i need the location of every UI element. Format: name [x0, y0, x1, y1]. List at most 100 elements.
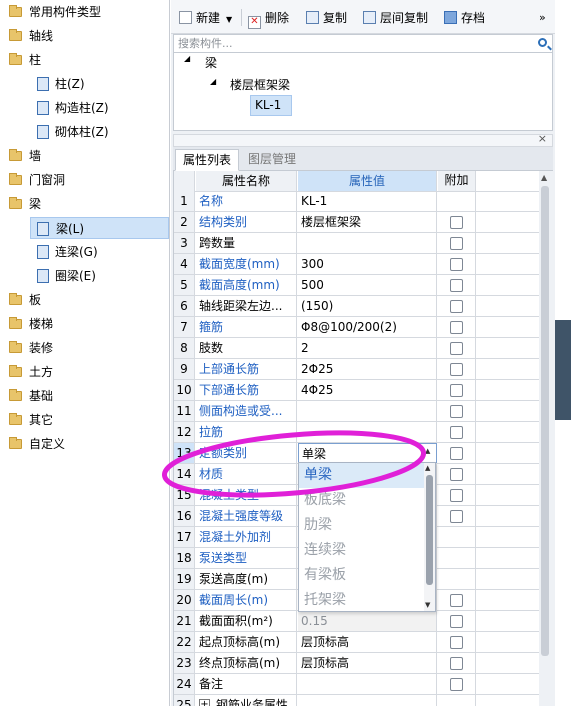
- property-value[interactable]: [298, 401, 437, 421]
- attach-checkbox[interactable]: [450, 321, 463, 334]
- dropdown-option[interactable]: 单梁: [299, 463, 424, 488]
- dropdown-scrollbar[interactable]: ▲ ▼: [424, 463, 435, 611]
- copy-button[interactable]: 复制: [306, 9, 347, 27]
- property-value[interactable]: (150): [298, 296, 437, 316]
- property-value[interactable]: Φ8@100/200(2): [298, 317, 437, 337]
- attach-checkbox[interactable]: [450, 615, 463, 628]
- property-value[interactable]: [298, 233, 437, 253]
- table-row[interactable]: 13 定额类别 单梁 ▲: [174, 443, 540, 464]
- close-icon[interactable]: ×: [538, 132, 547, 145]
- property-value[interactable]: KL-1: [298, 191, 437, 211]
- property-value[interactable]: 单梁: [298, 443, 437, 463]
- attach-checkbox[interactable]: [450, 300, 463, 313]
- table-row[interactable]: 11 侧面构造或受...: [174, 401, 540, 422]
- tree-folder-0[interactable]: 常用构件类型: [0, 1, 168, 23]
- attach-checkbox[interactable]: [450, 594, 463, 607]
- attach-checkbox[interactable]: [450, 237, 463, 250]
- attach-checkbox[interactable]: [450, 489, 463, 502]
- attach-checkbox[interactable]: [450, 636, 463, 649]
- tree-folder-12[interactable]: 板: [0, 289, 168, 311]
- attach-checkbox[interactable]: [450, 447, 463, 460]
- tab-properties[interactable]: 属性列表: [175, 149, 240, 171]
- table-row[interactable]: 24 备注: [174, 674, 540, 695]
- property-value[interactable]: [298, 674, 437, 694]
- table-row[interactable]: 3 跨数量: [174, 233, 540, 254]
- side-collapse-handle[interactable]: [555, 320, 571, 420]
- attach-checkbox[interactable]: [450, 216, 463, 229]
- dropdown-arrow-icon[interactable]: ▲: [425, 447, 430, 455]
- attach-checkbox[interactable]: [450, 342, 463, 355]
- toolbar-overflow-button[interactable]: »: [539, 9, 546, 27]
- scroll-thumb[interactable]: [426, 475, 433, 585]
- tree-folder-15[interactable]: 土方: [0, 361, 168, 383]
- attach-checkbox[interactable]: [450, 468, 463, 481]
- header-name[interactable]: 属性名称: [196, 171, 297, 191]
- tree-folder-8[interactable]: 梁: [0, 193, 168, 215]
- property-value[interactable]: 4Φ25: [298, 380, 437, 400]
- table-row[interactable]: 8 肢数 2: [174, 338, 540, 359]
- scroll-up-icon[interactable]: ▲: [425, 464, 430, 472]
- table-row[interactable]: 12 拉筋: [174, 422, 540, 443]
- property-value[interactable]: 楼层框架梁: [298, 212, 437, 232]
- table-row[interactable]: 25 钢筋业务属性 +: [174, 695, 540, 706]
- table-row[interactable]: 1 名称 KL-1: [174, 191, 540, 212]
- tree-folder-7[interactable]: 门窗洞: [0, 169, 168, 191]
- tree-folder-1[interactable]: 轴线: [0, 25, 168, 47]
- scroll-thumb[interactable]: [541, 186, 549, 656]
- property-value[interactable]: 2: [298, 338, 437, 358]
- attach-checkbox[interactable]: [450, 363, 463, 376]
- table-row[interactable]: 9 上部通长筋 2Φ25: [174, 359, 540, 380]
- table-row[interactable]: 21 截面面积(m²) 0.15: [174, 611, 540, 632]
- attach-checkbox[interactable]: [450, 426, 463, 439]
- scroll-up-icon[interactable]: ▲: [541, 173, 547, 182]
- table-row[interactable]: 2 结构类别 楼层框架梁: [174, 212, 540, 233]
- tree-folder-17[interactable]: 其它: [0, 409, 168, 431]
- collapse-icon[interactable]: ◢: [184, 54, 190, 63]
- new-button[interactable]: 新建 ▼: [179, 9, 232, 27]
- dropdown-option[interactable]: 连续梁: [299, 538, 424, 563]
- search-icon[interactable]: [538, 38, 547, 47]
- tree-folder-14[interactable]: 装修: [0, 337, 168, 359]
- tree-item-9[interactable]: 梁(L): [30, 217, 169, 239]
- tree-item-10[interactable]: 连梁(G): [0, 241, 168, 263]
- attach-checkbox[interactable]: [450, 258, 463, 271]
- collapse-icon[interactable]: ◢: [210, 77, 216, 86]
- attach-checkbox[interactable]: [450, 279, 463, 292]
- tree-node-beam[interactable]: 梁: [205, 54, 217, 71]
- tree-node-kl1[interactable]: KL-1: [250, 95, 292, 116]
- table-row[interactable]: 6 轴线距梁左边... (150): [174, 296, 540, 317]
- tree-item-3[interactable]: 柱(Z): [0, 73, 168, 95]
- attach-checkbox[interactable]: [450, 657, 463, 670]
- table-row[interactable]: 5 截面高度(mm) 500: [174, 275, 540, 296]
- dropdown-option[interactable]: 肋梁: [299, 513, 424, 538]
- header-extra[interactable]: 附加: [438, 171, 476, 191]
- tree-node-frame-beam[interactable]: 楼层框架梁: [230, 76, 290, 93]
- search-input[interactable]: 搜索构件...: [173, 34, 553, 53]
- delete-button[interactable]: ✕ 删除: [248, 9, 289, 29]
- tree-folder-2[interactable]: 柱: [0, 49, 168, 71]
- tree-folder-18[interactable]: 自定义: [0, 433, 168, 455]
- property-value[interactable]: [298, 422, 437, 442]
- property-value[interactable]: 层顶标高: [298, 653, 437, 673]
- dropdown-option[interactable]: 板底梁: [299, 488, 424, 513]
- attach-checkbox[interactable]: [450, 510, 463, 523]
- header-value[interactable]: 属性值: [298, 171, 437, 191]
- expand-icon[interactable]: +: [199, 699, 210, 706]
- attach-checkbox[interactable]: [450, 678, 463, 691]
- dropdown-option[interactable]: 有梁板: [299, 563, 424, 588]
- tree-item-5[interactable]: 砌体柱(Z): [0, 121, 168, 143]
- property-value[interactable]: [298, 695, 437, 706]
- property-value[interactable]: 2Φ25: [298, 359, 437, 379]
- property-value[interactable]: 层顶标高: [298, 632, 437, 652]
- table-row[interactable]: 22 起点顶标高(m) 层顶标高: [174, 632, 540, 653]
- dropdown-option[interactable]: 托架梁: [299, 588, 424, 613]
- quota-type-dropdown-list[interactable]: 单梁 板底梁 肋梁 连续梁 有梁板 托架梁 ▲ ▼: [298, 462, 436, 612]
- table-row[interactable]: 23 终点顶标高(m) 层顶标高: [174, 653, 540, 674]
- table-row[interactable]: 7 箍筋 Φ8@100/200(2): [174, 317, 540, 338]
- table-row[interactable]: 10 下部通长筋 4Φ25: [174, 380, 540, 401]
- scroll-down-icon[interactable]: ▼: [425, 601, 430, 609]
- tab-layers[interactable]: 图层管理: [241, 149, 303, 171]
- tree-item-11[interactable]: 圈梁(E): [0, 265, 168, 287]
- property-value[interactable]: 0.15: [298, 611, 437, 631]
- property-scrollbar[interactable]: ▲: [539, 171, 551, 706]
